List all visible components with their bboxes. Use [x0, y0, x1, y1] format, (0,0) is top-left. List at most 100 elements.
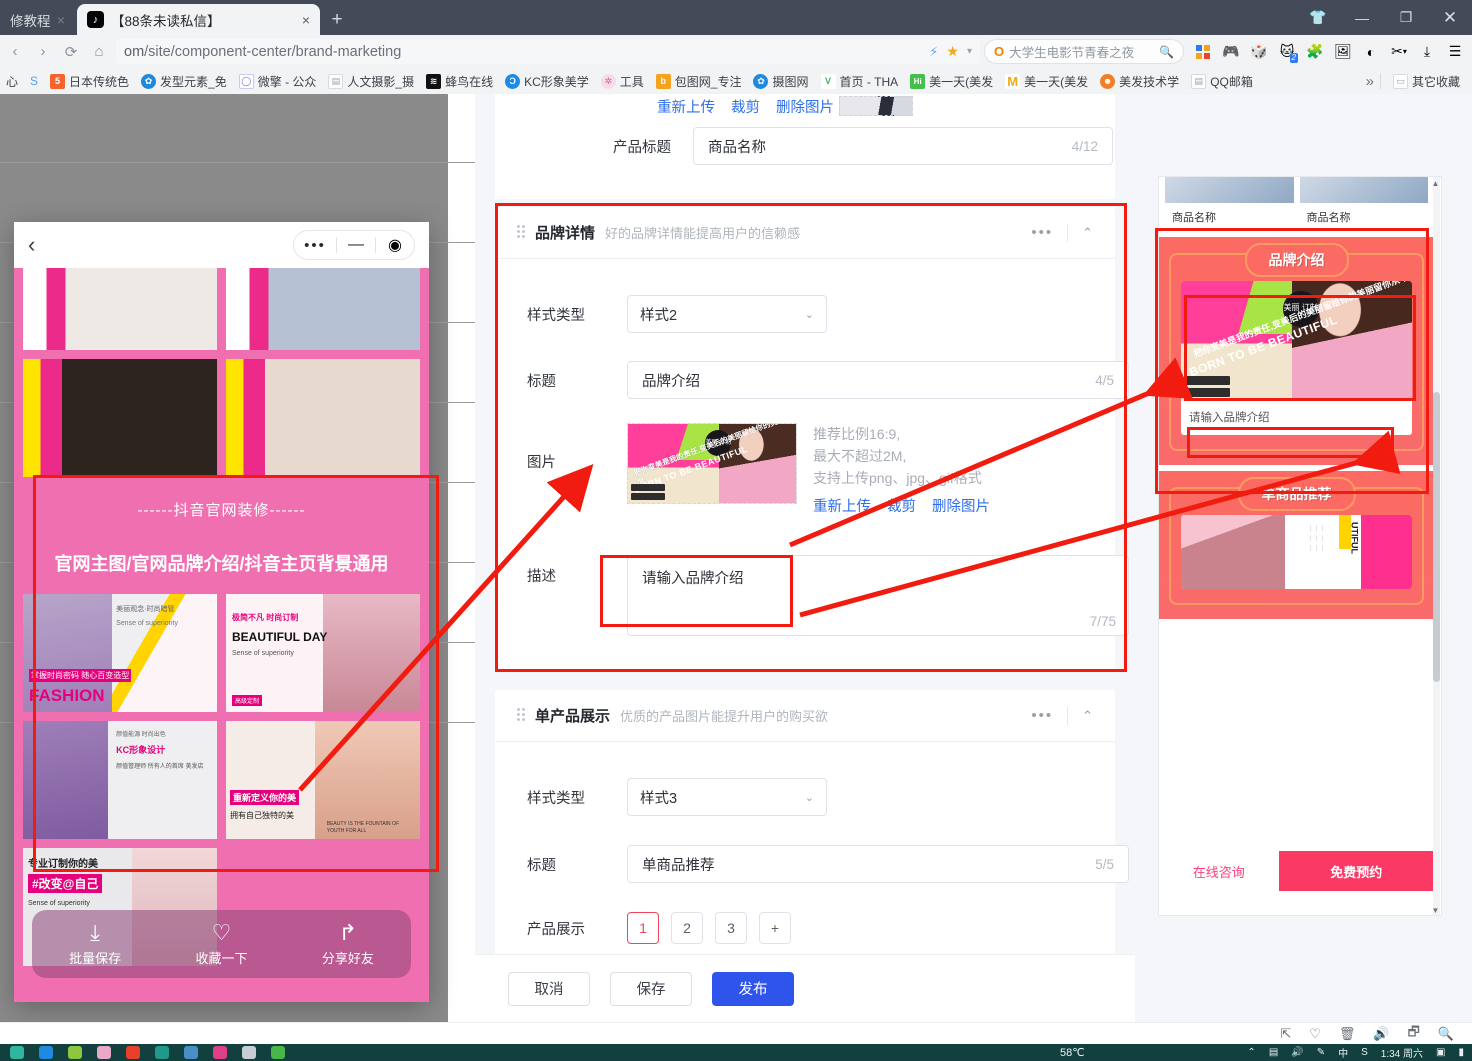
free-booking-button[interactable]: 免费预约: [1278, 851, 1434, 891]
app-icon[interactable]: [10, 1046, 24, 1059]
menu-icon[interactable]: ☰: [1442, 39, 1468, 65]
close-icon[interactable]: ×: [302, 13, 310, 27]
app-icon[interactable]: [271, 1046, 285, 1059]
app-icon[interactable]: [97, 1046, 111, 1059]
bookmark-item[interactable]: S: [24, 74, 44, 88]
back-icon[interactable]: ‹: [28, 232, 35, 258]
product-image-thumbnail[interactable]: [839, 96, 913, 116]
style-type-select[interactable]: 样式2 ⌄: [627, 295, 827, 333]
shirt-icon[interactable]: 👕: [1296, 0, 1340, 35]
drag-handle-icon[interactable]: [517, 224, 525, 241]
reupload-link[interactable]: 重新上传: [813, 495, 871, 516]
close-icon[interactable]: ×: [57, 13, 65, 27]
bookmark-item[interactable]: ✿ 摄图网: [747, 73, 814, 90]
product-title-input[interactable]: 商品名称 4/12: [693, 127, 1113, 165]
bookmark-star-icon[interactable]: ★: [946, 43, 959, 60]
bookmark-item[interactable]: ✿ 发型元素_免: [135, 73, 233, 90]
other-bookmarks-folder[interactable]: ▭ 其它收藏: [1387, 73, 1472, 90]
add-product-button[interactable]: +: [759, 912, 791, 944]
section-header[interactable]: 单产品展示 优质的产品图片能提升用户的购买欲 ••• ⌃: [495, 690, 1115, 742]
overlay-card[interactable]: [226, 359, 420, 477]
section-header[interactable]: 品牌详情 好的品牌详情能提高用户的信赖感 ••• ⌃: [495, 207, 1115, 259]
clock-icon[interactable]: ◐: [1358, 39, 1384, 65]
notification-icon[interactable]: ▣: [1436, 1047, 1445, 1058]
bookmark-item[interactable]: Hi 美一天(美发: [904, 73, 999, 90]
app-icon[interactable]: [68, 1046, 82, 1059]
app-icon[interactable]: [213, 1046, 227, 1059]
app-icon[interactable]: [126, 1046, 140, 1059]
search-icon[interactable]: 🔍: [1438, 1026, 1454, 1042]
minimize-icon[interactable]: —: [337, 230, 375, 260]
bookmark-item[interactable]: ≋ 蜂鸟在线: [420, 73, 499, 90]
overlay-card[interactable]: 重新定义你的美 拥有自己独特的美 BEAUTY IS THE FOUNTAIN …: [226, 721, 420, 839]
dice-icon[interactable]: 🎲: [1246, 39, 1272, 65]
shield-icon[interactable]: ♡: [1309, 1026, 1321, 1042]
overlay-card[interactable]: 美丽观念·时尚暗管 Sense of superiority 掌握时尚密码 随心…: [23, 594, 217, 712]
heading-input[interactable]: 单商品推荐 5/5: [627, 845, 1129, 883]
ime-pen-icon[interactable]: ✎: [1317, 1047, 1325, 1058]
crop-link[interactable]: 裁剪: [731, 96, 760, 117]
clock-label[interactable]: 1:34 周六: [1381, 1045, 1423, 1060]
preview-good-card[interactable]: 商品名称: [1165, 177, 1294, 231]
bookmark-item[interactable]: ◯ 微擎 - 公众: [233, 73, 323, 90]
download-icon[interactable]: ⤓: [1414, 39, 1440, 65]
browser-tab-1[interactable]: 修教程 ×: [0, 4, 75, 35]
grid-icon[interactable]: [1190, 39, 1216, 65]
scroll-down-icon[interactable]: ▼: [1431, 906, 1440, 915]
scroll-up-icon[interactable]: ▲: [1431, 179, 1440, 188]
app-icon[interactable]: [184, 1046, 198, 1059]
publish-button[interactable]: 发布: [712, 971, 794, 1006]
product-tab-2[interactable]: 2: [671, 912, 703, 944]
overlay-card[interactable]: 极简不凡 时尚订制 BEAUTIFUL DAY Sense of superio…: [226, 594, 420, 712]
product-tab-3[interactable]: 3: [715, 912, 747, 944]
close-icon[interactable]: ✕: [1428, 0, 1472, 35]
more-options-icon[interactable]: •••: [1031, 224, 1053, 241]
reload-icon[interactable]: ⟳: [58, 39, 84, 65]
save-button[interactable]: 保存: [610, 971, 692, 1006]
more-options-icon[interactable]: •••: [1031, 707, 1053, 724]
lightning-icon[interactable]: ⚡: [929, 44, 938, 60]
bookmark-item[interactable]: Ɔ KC形象美学: [499, 73, 595, 90]
chevron-down-icon[interactable]: ▾: [967, 46, 972, 57]
scrollbar-thumb[interactable]: [1433, 392, 1440, 682]
cast-icon[interactable]: ⇱: [1280, 1026, 1291, 1042]
online-consult-button[interactable]: 在线咨询: [1159, 851, 1279, 891]
chevron-up-icon[interactable]: ⌃: [1082, 225, 1093, 241]
overlay-card[interactable]: 颜值能源 时尚出色 KC形象设计 颜值管理师 所有人的首席 美发店: [23, 721, 217, 839]
browser-tab-2[interactable]: ♪ 【88条未读私信】 ×: [77, 4, 320, 35]
cat-icon[interactable]: 🐱 2: [1274, 39, 1300, 65]
gamepad-icon[interactable]: 🎮: [1218, 39, 1244, 65]
ime-icon[interactable]: 中: [1338, 1045, 1348, 1060]
app-icon[interactable]: [155, 1046, 169, 1059]
overlay-card[interactable]: [23, 359, 217, 477]
minimize-icon[interactable]: —: [1340, 0, 1384, 35]
bookmark-item[interactable]: ▤ 人文摄影_摄: [322, 73, 420, 90]
home-icon[interactable]: ⌂: [86, 39, 112, 65]
bookmark-item[interactable]: b 包图网_专注: [650, 73, 748, 90]
search-icon[interactable]: 🔍: [1159, 45, 1174, 59]
bookmark-item[interactable]: M 美一天(美发: [999, 73, 1094, 90]
address-bar[interactable]: om/site/component-center/brand-marketing…: [116, 39, 980, 64]
overlay-card[interactable]: [23, 268, 217, 350]
search-input[interactable]: O 大学生电影节青春之夜 🔍: [984, 39, 1184, 64]
brand-image-preview[interactable]: 美丽 订制 把你变美是我的责任,变美后的美丽留给你的美丽留你从不缺席 BORN …: [627, 423, 797, 504]
puzzle-icon[interactable]: 🧩: [1302, 39, 1328, 65]
favorite-action[interactable]: ♡ 收藏一下: [158, 921, 284, 967]
app-icon[interactable]: [39, 1046, 53, 1059]
chevron-up-icon[interactable]: ⌃: [1247, 1047, 1255, 1058]
share-action[interactable]: ↱ 分享好友: [285, 921, 411, 967]
bookmark-item[interactable]: 5 日本传统色: [44, 73, 135, 90]
bookmark-item[interactable]: ▤ QQ邮箱: [1185, 73, 1259, 90]
product-tab-1[interactable]: 1: [627, 912, 659, 944]
forward-icon[interactable]: ›: [30, 39, 56, 65]
scissors-icon[interactable]: ✂ ▾: [1386, 39, 1412, 65]
description-textarea[interactable]: 请输入品牌介绍 7/75: [627, 555, 1129, 636]
heading-input[interactable]: 品牌介绍 4/5: [627, 361, 1129, 399]
overlay-card[interactable]: [226, 268, 420, 350]
crop-link[interactable]: 裁剪: [887, 495, 916, 516]
bookmark-item[interactable]: V 首页 - THA: [815, 73, 905, 90]
show-desktop-icon[interactable]: ▮: [1458, 1047, 1464, 1058]
bookmark-item[interactable]: ☻ 美发技术学: [1094, 73, 1185, 90]
preview-good-card[interactable]: 商品名称: [1299, 177, 1428, 231]
window-icon[interactable]: 🗗: [1408, 1023, 1420, 1045]
